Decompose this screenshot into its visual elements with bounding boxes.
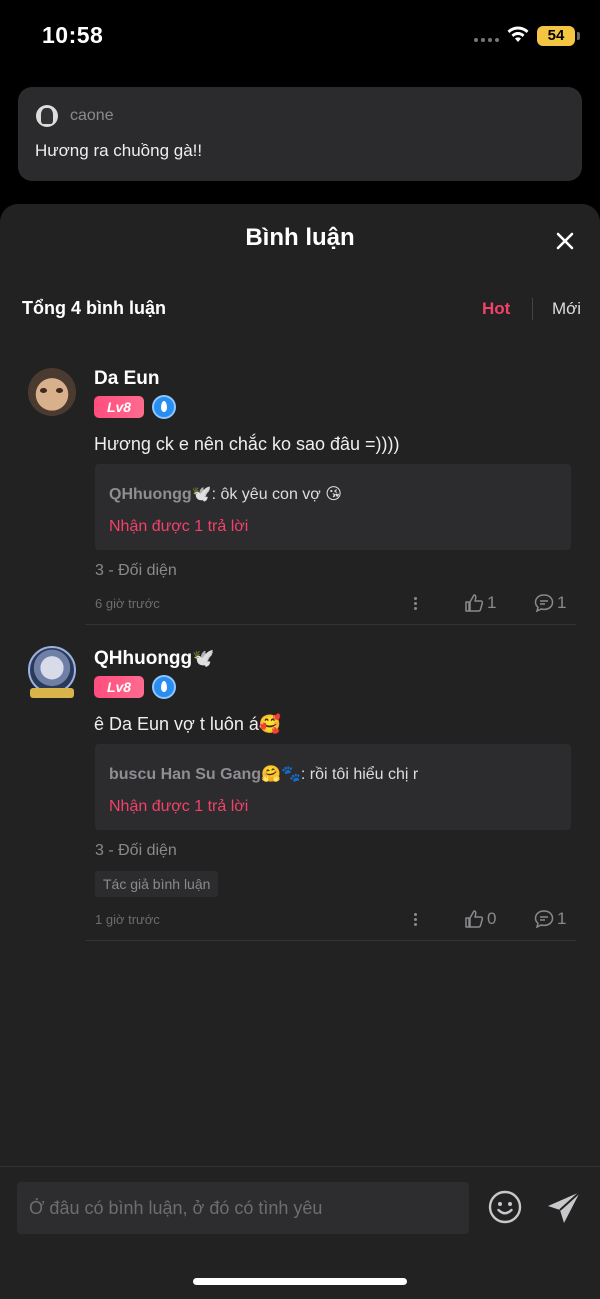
reply-user: QHhuongg🕊️ [109,486,212,503]
comment-time: 6 giờ trước [95,596,160,611]
like-button[interactable]: 0 [464,909,496,929]
post-text: Hương ra chuồng gà!! [35,141,203,160]
team-label: 3 - Đối diện [95,562,177,579]
view-replies-link[interactable]: Nhận được 1 trả lời [109,798,248,816]
comment-text: ê Da Eun vợ t luôn á🥰 [94,714,282,734]
like-count: 0 [487,909,497,928]
post-card[interactable]: caone Hương ra chuồng gà!! [18,87,582,181]
input-divider [0,1166,600,1167]
sort-hot-tab[interactable]: Hot [482,299,510,319]
reply-preview-text: QHhuongg🕊️: ôk yêu con vợ 😘 [109,484,342,504]
like-icon [465,910,484,928]
view-replies-link[interactable]: Nhận được 1 trả lời [109,518,248,536]
reply-preview[interactable]: buscu Han Su Gang🤗🐾: rồi tôi hiểu chị r … [95,744,571,830]
comment-author-name: Da Eun [94,368,160,389]
comment-icon [534,594,554,613]
signal-icon [474,38,499,42]
level-badge: Lv8 [94,676,144,698]
reply-button[interactable]: 1 [534,593,566,613]
comment-input[interactable] [17,1182,469,1234]
like-icon [465,594,484,612]
reply-preview[interactable]: QHhuongg🕊️: ôk yêu con vợ 😘 Nhận được 1 … [95,464,571,550]
reply-text: : ôk yêu con vợ 😘 [211,486,342,503]
sheet-title: Bình luận [245,224,355,251]
reply-text: : rồi tôi hiểu chị r [300,766,419,783]
comment-divider [85,940,576,941]
verified-badge-icon [152,675,176,699]
send-icon[interactable] [546,1190,582,1226]
home-indicator [193,1278,407,1285]
reply-user: buscu Han Su Gang🤗🐾 [109,766,301,783]
avatar[interactable] [36,105,58,127]
comment-total: Tổng 4 bình luận [22,298,166,318]
close-icon[interactable] [552,228,578,254]
comment-text: Hương ck e nên chắc ko sao đâu =)))) [94,434,400,454]
battery-indicator: 54 [537,26,580,46]
post-username[interactable]: caone [70,107,114,125]
sort-divider [532,298,533,320]
comment-author[interactable]: QHhuongg🕊️ [94,648,215,670]
reply-preview-text: buscu Han Su Gang🤗🐾: rồi tôi hiểu chị r [109,764,418,784]
status-time: 10:58 [42,22,104,48]
more-icon[interactable] [412,912,420,928]
like-count: 1 [487,593,497,612]
team-label: 3 - Đối diện [95,842,177,859]
avatar-frame [30,688,74,698]
reply-count: 1 [557,593,567,612]
comment-icon [534,910,554,929]
status-bar: 10:58 54 [0,0,600,70]
reply-button[interactable]: 1 [534,909,566,929]
sort-new-tab[interactable]: Mới [552,299,581,319]
author-tag: Tác giả bình luận [95,871,219,897]
comment-divider [85,624,576,625]
verified-badge-icon [152,395,176,419]
more-icon[interactable] [412,596,420,612]
comments-sheet: Bình luận Tổng 4 bình luận Hot Mới Da Eu… [0,204,600,1299]
level-badge: Lv8 [94,396,144,418]
comment-author[interactable]: Da Eun [94,368,159,390]
reply-count: 1 [557,909,567,928]
author-emoji: 🕊️ [192,648,215,668]
comment-time: 1 giờ trước [95,912,160,927]
emoji-icon[interactable] [488,1190,522,1224]
avatar[interactable] [28,646,76,694]
like-button[interactable]: 1 [464,593,496,613]
avatar[interactable] [28,368,76,416]
comment-author-name: QHhuongg [94,648,193,669]
wifi-icon [507,26,529,42]
